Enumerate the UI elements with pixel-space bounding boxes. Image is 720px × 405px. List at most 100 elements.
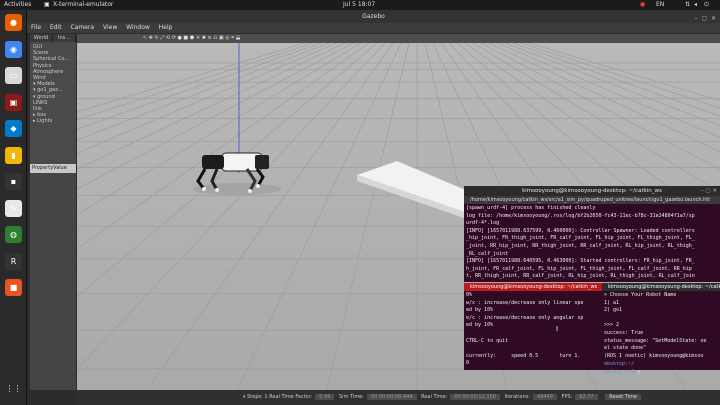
terminal-line: status_message: "SetModelState: se (604, 337, 707, 344)
rviz-icon[interactable]: R (5, 252, 22, 270)
window-title: Gazebo (362, 13, 385, 20)
terminal-line: [INFO] [1657011988.637599, 0.460000]: Co… (466, 227, 695, 234)
property-panel: PropertyValue (30, 164, 76, 390)
terminal-line: >>> 2 (604, 322, 620, 329)
power-icon[interactable]: ⏻ (704, 0, 709, 10)
fps-label: FPS: (561, 394, 573, 400)
globe-icon[interactable]: ◍ (5, 226, 22, 243)
sim-time-value: 00 00:00:08.444 (366, 394, 417, 400)
network-icon: ⇅ (685, 1, 691, 8)
robot-tab[interactable]: kimsooyoung@kimsooyoung-desktop: ~/catki… (602, 283, 720, 291)
go1-robot (193, 152, 281, 195)
prompt-dir: catkin_ws$ (604, 368, 635, 375)
menu-camera[interactable]: Camera (71, 24, 95, 31)
terminal-line: 2) go1 (604, 307, 623, 314)
terminal-line: [spawn_urdf-4] process has finished clea… (466, 205, 596, 211)
tab-world[interactable]: World (30, 34, 53, 42)
terminal-line: urdf-4*.log (466, 220, 500, 227)
firefox-icon[interactable]: ● (5, 14, 22, 31)
real-time-label: Real Time: (421, 394, 448, 400)
terminal-line: w/x : increase/decrease only linear spe (466, 299, 584, 306)
gazebo-status-bar: ⏸ Steps: 1 Real Time Factor: 0.99 Sim Tim… (77, 390, 720, 405)
editor-icon[interactable]: ✎ (5, 199, 22, 217)
terminal-title: kimsooyoung@kimsooyoung-desktop: ~/catki… (522, 188, 662, 194)
pause-icon[interactable]: ⏸ (243, 394, 246, 400)
terminal-window-main[interactable]: kimsooyoung@kimsooyoung-desktop: ~/catki… (464, 186, 720, 282)
menu-view[interactable]: View (103, 24, 117, 31)
app-grid-icon[interactable]: ⋮⋮ (5, 380, 22, 397)
iterations-label: Iterations: (504, 394, 531, 400)
language-indicator[interactable]: EN (656, 0, 664, 10)
terminal-small-icon[interactable]: ▪ (5, 173, 22, 190)
files-icon[interactable]: ▭ (5, 67, 22, 84)
world-panel: World Ins... GUI Scene Spherical Co... Phys… (30, 34, 76, 164)
tool-icons[interactable]: ↖ ✥ ↻ ⤢ ⟲ ⟳ ● ■ ⬢ ☀ ✺ ≋ ⎌ ▣ ◎ ⌗ ⬓ (143, 35, 240, 41)
property-header: PropertyValue (30, 164, 76, 173)
terminal-line: ed by 10% (466, 322, 494, 329)
terminal-line: currently: speed 0.5 turn 1. (466, 352, 581, 359)
teleop-output: 0% w/x : increase/decrease only linear sp… (464, 291, 602, 369)
terminal-line: e/c : increase/decrease only angular sp (466, 314, 584, 321)
sim-time-label: Sim Time: (339, 394, 364, 400)
text-cursor-icon: I (556, 325, 559, 333)
menu-bar: File Edit Camera View Window Help (27, 23, 720, 33)
active-app-name[interactable]: X-terminal-emulator (53, 0, 113, 10)
iterations-value: 49449 (533, 394, 557, 400)
terminal-line: 0% (466, 292, 473, 298)
terminal-line: log file: /home/kimsooyoung/.ros/log/bf2… (466, 212, 695, 219)
terminal-line: h_joint, FR_calf_joint, FL_hip_joint, FL… (466, 265, 692, 272)
robot-output: > Choose Your Robot Name 1) a1 2) go1 >>> 2… (602, 291, 720, 361)
reset-time-button[interactable]: Reset Time (605, 394, 641, 400)
gazebo-title-bar: Gazebo – ▢ ✕ (27, 10, 720, 23)
volume-icon: ◂ (694, 1, 698, 8)
terminal-line: (ROS 1 noetic) kimsooyoung@kimsoo (604, 352, 704, 359)
terminal-line: 0 (466, 360, 470, 367)
tab-insert[interactable]: Ins... (53, 34, 76, 42)
panel-tabs: World Ins... (30, 34, 76, 42)
terminal-line: _RL_calf_joint (466, 250, 509, 257)
gazebo-toolbar: ↖ ✥ ↻ ⤢ ⟲ ⟳ ● ■ ⬢ ☀ ✺ ≋ ⎌ ▣ ◎ ⌗ ⬓ (77, 34, 720, 43)
terminal-controls[interactable]: – ▢ ✕ (701, 186, 717, 196)
terminal-line: 1) a1 (604, 299, 620, 306)
rtf-value: 0.99 (315, 394, 335, 400)
world-tree: GUI Scene Spherical Co... Physics Atmosphere… (30, 42, 76, 125)
rtf-label: Real Time Factor: (269, 394, 313, 400)
prompt-line: desktop:~/ catkin_ws$ ▯ (604, 361, 641, 375)
terminal-icon[interactable]: ▣ (5, 93, 22, 111)
real-time-value: 00 00:00:12.150 (450, 394, 500, 400)
terminal-line: > Choose Your Robot Name (604, 292, 677, 298)
menu-file[interactable]: File (31, 24, 41, 31)
terminal-line: t, RR_thigh_joint, RR_calf_joint, RL_hip… (466, 273, 695, 280)
fps-value: 62.77 (575, 394, 598, 400)
vscode-icon[interactable]: ◆ (5, 120, 22, 137)
terminal-window-robot[interactable]: kimsooyoung@kimsooyoung-desktop: ~/catki… (602, 283, 720, 375)
terminal-output: [spawn_urdf-4] process has finished clea… (464, 204, 720, 282)
terminal-line: success: True (604, 329, 644, 336)
terminal-line: _hip_joint, FR_thigh_joint, FR_calf_join… (466, 235, 695, 242)
teleop-tab[interactable]: kimsooyoung@kimsooyoung-desktop: ~/catki… (464, 283, 602, 291)
record-icon: ● (640, 1, 646, 8)
terminal-app-icon: ▣ (44, 1, 50, 8)
package-icon[interactable]: ■ (5, 279, 22, 296)
terminal-line: el state done" (604, 345, 647, 352)
steps-label: Steps: 1 (247, 394, 268, 400)
terminal-window-teleop[interactable]: kimsooyoung@kimsooyoung-desktop: ~/catki… (464, 283, 602, 370)
dock: ● ◉ ▭ ▣ ◆ ▮ ▪ ✎ ◍ R ■ ⋮⋮ (0, 10, 27, 405)
menu-help[interactable]: Help (159, 24, 173, 31)
chrome-icon[interactable]: ◉ (5, 40, 22, 58)
terminal-tab[interactable]: /home/kimsooyoung/catkin_ws/src/a1_sim_p… (464, 196, 720, 204)
terminal-line: CTRL-C to quit (466, 337, 509, 344)
menu-window[interactable]: Window (126, 24, 150, 31)
menu-edit[interactable]: Edit (50, 24, 62, 31)
tree-item[interactable]: ▸ Lights (33, 118, 76, 124)
clock[interactable]: Jul 5 18:07 (343, 0, 375, 10)
terminal-title-bar: kimsooyoung@kimsooyoung-desktop: ~/catki… (464, 186, 720, 196)
terminal-line: ed by 10% (466, 307, 494, 314)
activities-button[interactable]: Activities (4, 0, 31, 10)
notes-icon[interactable]: ▮ (5, 146, 22, 164)
terminal-line: [INFO] [1657011988.640595, 0.463000]: St… (466, 258, 695, 265)
system-top-bar: Activities ▣ X-terminal-emulator Jul 5 1… (0, 0, 720, 10)
